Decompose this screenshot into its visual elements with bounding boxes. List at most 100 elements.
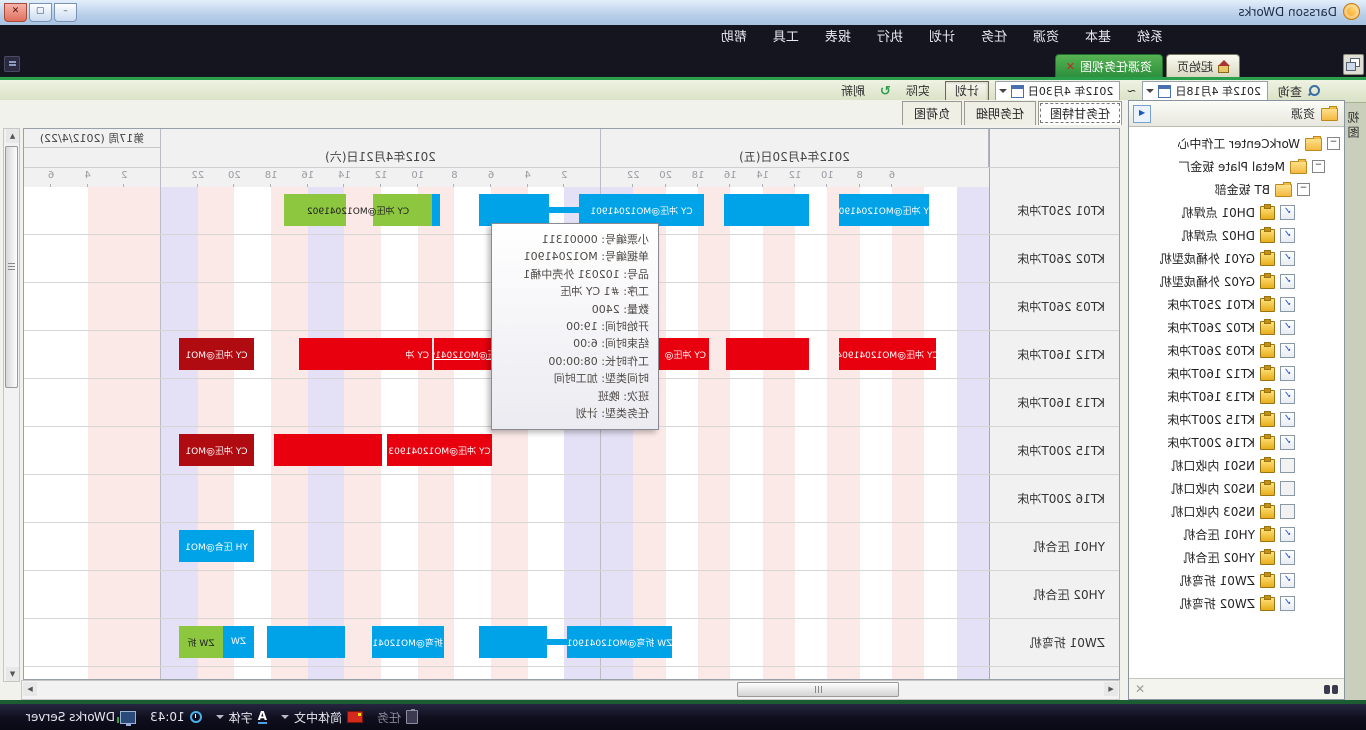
gantt-task-bar[interactable]: YH 压合@MO1 xyxy=(179,530,254,562)
scroll-down-icon[interactable]: ▼ xyxy=(6,667,19,681)
plan-toggle-button[interactable]: 计划 xyxy=(945,81,989,102)
language-indicator[interactable]: 简体中文 xyxy=(281,709,363,726)
vertical-scrollbar[interactable]: ▲ ▼ xyxy=(3,128,20,682)
machine-checkbox[interactable]: ✓ xyxy=(1280,389,1295,404)
gantt-task-bar[interactable] xyxy=(726,338,809,370)
menu-item-工具[interactable]: 工具 xyxy=(760,25,812,51)
gantt-task-bar[interactable]: ZW 折弯@MO12041901 xyxy=(372,626,444,658)
tree-folder-node[interactable]: −BT 钣金部 xyxy=(1129,178,1340,201)
view-tab-负荷图[interactable]: 负荷图 xyxy=(902,101,962,125)
tree-machine-node[interactable]: NS03 内收口机 xyxy=(1129,500,1340,523)
menu-item-任务[interactable]: 任务 xyxy=(968,25,1020,51)
tree-machine-node[interactable]: ✓ZW02 折弯机 xyxy=(1129,592,1340,615)
menu-item-报表[interactable]: 报表 xyxy=(812,25,864,51)
machine-checkbox[interactable]: ✓ xyxy=(1280,274,1295,289)
menu-item-执行[interactable]: 执行 xyxy=(864,25,916,51)
gantt-task-bar[interactable]: CY 冲压@MO12041901 xyxy=(479,194,704,226)
tree-machine-node[interactable]: ✓KT16 200T冲床 xyxy=(1129,431,1340,454)
machine-checkbox[interactable]: ✓ xyxy=(1280,596,1295,611)
machine-checkbox[interactable]: ✓ xyxy=(1280,550,1295,565)
machine-checkbox[interactable]: ✓ xyxy=(1280,228,1295,243)
tree-machine-node[interactable]: ✓KT13 160T冲床 xyxy=(1129,385,1340,408)
tree-machine-node[interactable]: ✓KT03 260T冲床 xyxy=(1129,339,1340,362)
tab-home[interactable]: 起始页 xyxy=(1166,54,1240,77)
machine-checkbox[interactable]: ✓ xyxy=(1280,366,1295,381)
machine-checkbox[interactable]: ✓ xyxy=(1280,435,1295,450)
menu-item-资源[interactable]: 资源 xyxy=(1020,25,1072,51)
gantt-task-bar[interactable] xyxy=(724,194,809,226)
maximize-button[interactable]: ▢ xyxy=(29,3,52,22)
tree-machine-node[interactable]: NS01 内收口机 xyxy=(1129,454,1340,477)
scroll-up-icon[interactable]: ▲ xyxy=(6,129,19,143)
gantt-task-bar[interactable] xyxy=(274,434,382,466)
minimize-button[interactable]: – xyxy=(54,3,77,22)
tree-machine-node[interactable]: NS02 内收口机 xyxy=(1129,477,1340,500)
docked-panel-strip[interactable]: 视图 xyxy=(1344,103,1366,700)
chevron-down-icon[interactable] xyxy=(216,715,224,719)
docked-panel-label[interactable]: 视图 xyxy=(1345,111,1362,141)
chevron-down-icon[interactable] xyxy=(1146,89,1154,93)
tree-machine-node[interactable]: ✓YH02 压合机 xyxy=(1129,546,1340,569)
machine-checkbox[interactable]: ✓ xyxy=(1280,320,1295,335)
gantt-task-bar[interactable]: ZW 折弯@MO12041901 xyxy=(479,626,672,658)
clear-filter-icon[interactable]: ✕ xyxy=(1135,682,1145,696)
font-indicator[interactable]: A 字体 xyxy=(216,709,267,726)
tree-machine-node[interactable]: ✓KT15 200T冲床 xyxy=(1129,408,1340,431)
gantt-task-bar[interactable]: ZW 折 xyxy=(179,626,223,658)
machine-checkbox[interactable] xyxy=(1280,504,1295,519)
tree-machine-node[interactable]: ✓ZW01 折弯机 xyxy=(1129,569,1340,592)
menu-item-帮助[interactable]: 帮助 xyxy=(708,25,760,51)
gantt-task-bar[interactable]: CY 冲压@MO1 xyxy=(179,338,254,370)
view-tab-任务明细[interactable]: 任务明细 xyxy=(964,101,1036,125)
scroll-left-icon[interactable]: ◀ xyxy=(1104,682,1118,696)
tab-resource-task-view[interactable]: 资源任务视图 ✕ xyxy=(1055,54,1163,77)
chevron-down-icon[interactable] xyxy=(999,89,1007,93)
machine-checkbox[interactable] xyxy=(1280,458,1295,473)
binoculars-icon[interactable] xyxy=(1324,685,1338,694)
tree-machine-node[interactable]: ✓GY01 外桶成型机 xyxy=(1129,247,1340,270)
machine-checkbox[interactable]: ✓ xyxy=(1280,412,1295,427)
machine-checkbox[interactable]: ✓ xyxy=(1280,527,1295,542)
machine-checkbox[interactable] xyxy=(1280,481,1295,496)
gantt-task-bar[interactable]: CY 冲压@MO12041902 xyxy=(284,194,432,226)
gantt-task-bar[interactable]: CY 冲压@MO12041901 xyxy=(839,194,929,226)
tab-close-icon[interactable]: ✕ xyxy=(1066,61,1075,72)
tree-machine-node[interactable]: ✓KT01 250T冲床 xyxy=(1129,293,1340,316)
horizontal-scrollbar[interactable]: ◀ ▶ xyxy=(21,680,1120,700)
tree-machine-node[interactable]: ✓GY02 外桶成型机 xyxy=(1129,270,1340,293)
machine-checkbox[interactable]: ✓ xyxy=(1280,297,1295,312)
menu-item-计划[interactable]: 计划 xyxy=(916,25,968,51)
tree-machine-node[interactable]: ✓DH01 点焊机 xyxy=(1129,201,1340,224)
panel-collapse-button[interactable]: ◀ xyxy=(1133,105,1151,123)
gantt-task-bar[interactable] xyxy=(432,194,440,226)
scroll-right-icon[interactable]: ▶ xyxy=(23,682,37,696)
tree-machine-node[interactable]: ✓YH01 压合机 xyxy=(1129,523,1340,546)
tree-collapse-icon[interactable]: − xyxy=(1327,137,1340,150)
status-task-item[interactable]: 任务 xyxy=(377,709,418,726)
tree-collapse-icon[interactable]: − xyxy=(1297,183,1310,196)
tree-machine-node[interactable]: ✓KT12 160T冲床 xyxy=(1129,362,1340,385)
date-from-field[interactable]: 2012年 4月18日 xyxy=(1142,81,1268,101)
gantt-task-bar[interactable]: CY 冲压@MO1 xyxy=(179,434,254,466)
cascade-windows-icon[interactable] xyxy=(1343,54,1364,75)
gantt-task-bar[interactable]: CY 冲压@MO12041903 xyxy=(387,434,492,466)
gantt-task-bar[interactable]: ZW xyxy=(223,626,254,658)
tree-collapse-icon[interactable]: − xyxy=(1312,160,1325,173)
tree-folder-node[interactable]: −WorkCenter 工作中心 xyxy=(1129,132,1340,155)
machine-checkbox[interactable]: ✓ xyxy=(1280,205,1295,220)
server-indicator[interactable]: DWorks Server xyxy=(26,710,136,724)
horizontal-scroll-thumb[interactable] xyxy=(737,682,899,697)
refresh-button[interactable]: 刷新 xyxy=(832,82,874,101)
gantt-task-bar[interactable]: CY 冲 xyxy=(299,338,432,370)
vertical-scroll-thumb[interactable] xyxy=(5,146,18,388)
machine-checkbox[interactable]: ✓ xyxy=(1280,343,1295,358)
tab-overflow-button[interactable] xyxy=(4,56,20,72)
actual-toggle-button[interactable]: 实际 xyxy=(897,82,939,101)
tree-machine-node[interactable]: ✓DH02 点焊机 xyxy=(1129,224,1340,247)
chevron-down-icon[interactable] xyxy=(281,715,289,719)
machine-checkbox[interactable]: ✓ xyxy=(1280,251,1295,266)
close-button[interactable]: ✕ xyxy=(4,3,27,22)
date-to-field[interactable]: 2012年 4月30日 xyxy=(995,81,1121,101)
machine-checkbox[interactable]: ✓ xyxy=(1280,573,1295,588)
search-button[interactable]: 查询 xyxy=(1274,83,1302,100)
